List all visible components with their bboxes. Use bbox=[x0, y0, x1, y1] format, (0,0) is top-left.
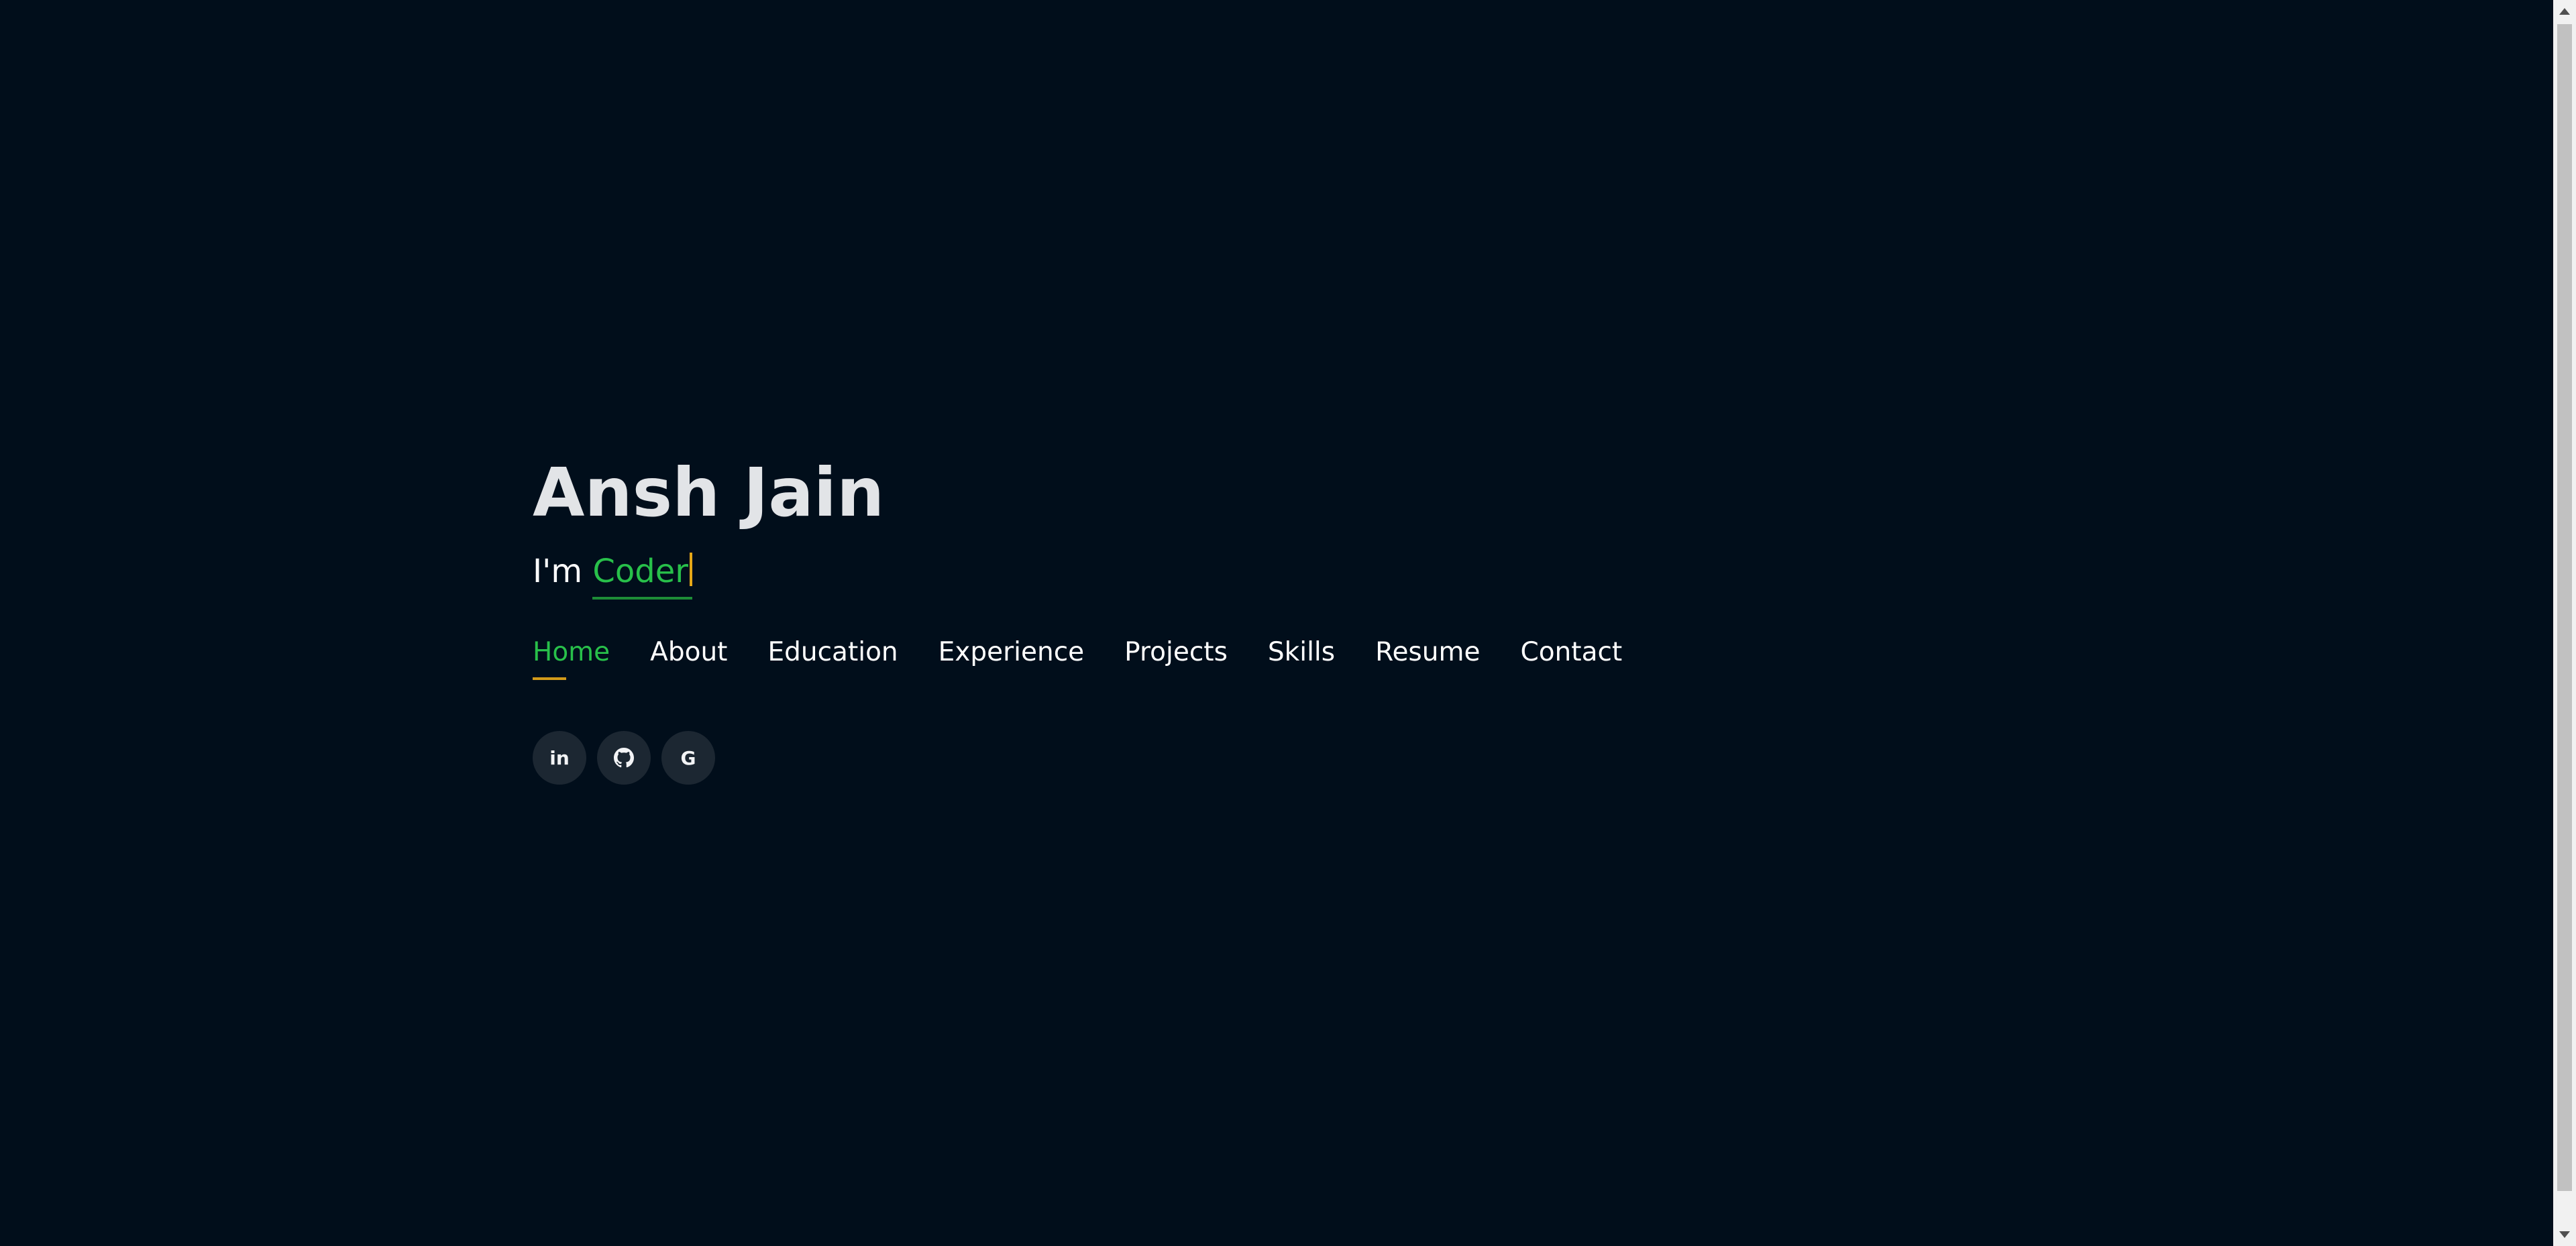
vertical-scrollbar[interactable] bbox=[2553, 0, 2576, 1246]
hero-name: Ansh Jain bbox=[533, 453, 885, 532]
google-icon: G bbox=[680, 746, 696, 769]
nav-item-contact[interactable]: Contact bbox=[1520, 636, 1622, 680]
hero-section: Ansh Jain I'm Coder Home About Education… bbox=[533, 449, 1622, 785]
main-nav: Home About Education Experience Projects… bbox=[533, 636, 1662, 680]
page: Ansh Jain I'm Coder Home About Education… bbox=[0, 0, 2553, 1246]
nav-item-experience[interactable]: Experience bbox=[938, 636, 1085, 680]
nav-item-home[interactable]: Home bbox=[533, 636, 610, 680]
tagline-role-wrapper: Coder bbox=[592, 550, 692, 600]
github-icon bbox=[614, 748, 634, 768]
nav-item-projects[interactable]: Projects bbox=[1124, 636, 1228, 680]
github-button[interactable] bbox=[597, 731, 651, 785]
tagline-prefix: I'm bbox=[533, 553, 593, 590]
nav-item-skills[interactable]: Skills bbox=[1268, 636, 1335, 680]
scroll-up-arrow-icon[interactable] bbox=[2553, 0, 2576, 23]
scroll-down-arrow-icon[interactable] bbox=[2553, 1223, 2576, 1246]
nav-item-resume[interactable]: Resume bbox=[1375, 636, 1480, 680]
tagline-role: Coder bbox=[592, 553, 688, 590]
linkedin-button[interactable]: in bbox=[533, 731, 586, 785]
nav-item-about[interactable]: About bbox=[650, 636, 727, 680]
typing-caret bbox=[690, 553, 692, 586]
nav-item-education[interactable]: Education bbox=[767, 636, 898, 680]
linkedin-icon: in bbox=[549, 746, 570, 769]
google-button[interactable]: G bbox=[661, 731, 715, 785]
social-links: in G bbox=[533, 731, 726, 785]
hero-tagline: I'm Coder bbox=[533, 550, 692, 600]
scroll-thumb[interactable] bbox=[2557, 24, 2572, 1191]
